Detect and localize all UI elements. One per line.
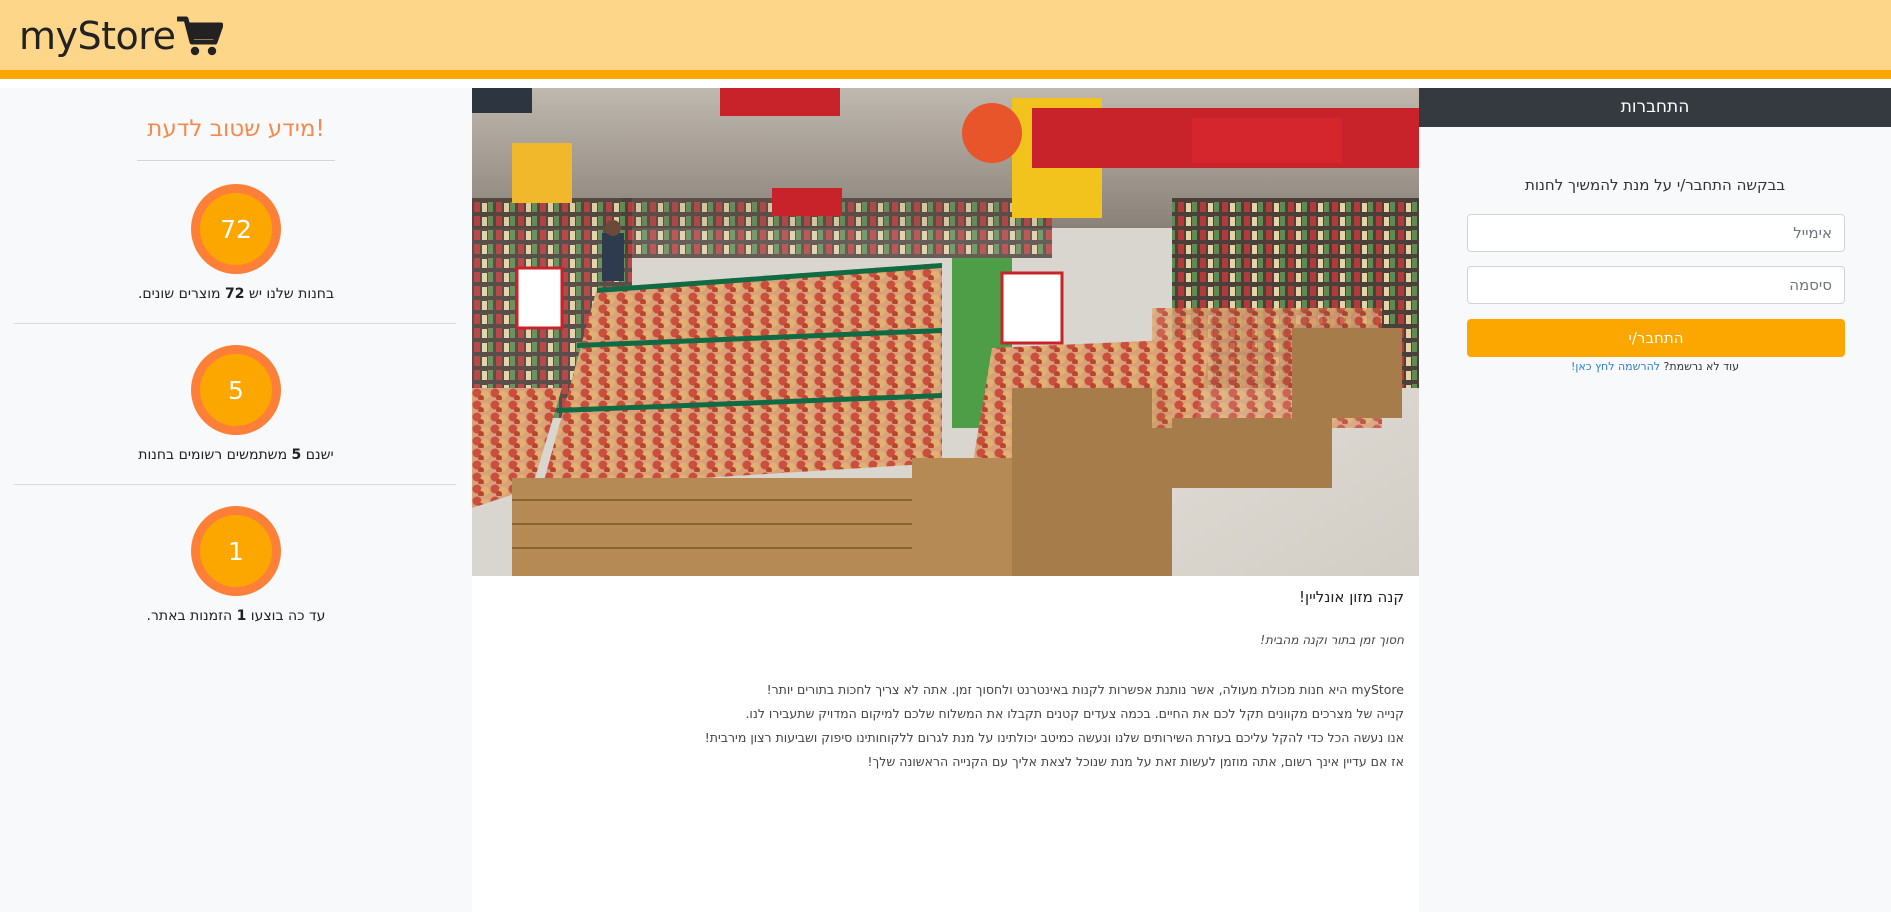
article-paragraph: קנייה של מצרכים מקוונים תקל לכם את החיים… [745,706,1404,721]
register-line: עוד לא נרשמת? להרשמה לחץ כאן! [1419,360,1891,373]
navbar: myStore [0,0,1891,79]
article-title: קנה מזון אונליין! [1299,588,1404,606]
stat-divider [14,323,456,324]
brand-link[interactable]: myStore [19,14,224,58]
brand-name: myStore [19,14,176,58]
password-field[interactable] [1467,266,1845,304]
stat-users-circle: 5 [191,345,281,435]
hero-illustration [472,88,1419,576]
login-header: התחברות [1419,88,1891,127]
stat-users-caption: ישנם 5 משתמשים רשומים בחנות [138,447,334,463]
register-text: עוד לא נרשמת? [1663,360,1739,373]
stats-title: מידע שטוב לדעת! [147,116,325,142]
article-paragraph: אז אם עדיין אינך רשום, אתה מוזמן לעשות ז… [867,754,1404,769]
article-subtitle: חסוך זמן בתור וקנה מהבית! [1260,633,1404,647]
article-paragraph: אנו נעשה הכל כדי להקל עליכם בעזרת השירות… [704,730,1404,745]
stat-products: 72 בחנות שלנו יש 72 מוצרים שונים. [0,184,472,344]
login-prompt: בבקשה התחבר/י על מנת להמשיך לחנות [1524,176,1786,194]
stats-panel: מידע שטוב לדעת! 72 בחנות שלנו יש 72 מוצר… [0,88,472,912]
stat-users: 5 ישנם 5 משתמשים רשומים בחנות [0,345,472,505]
login-panel: התחברות בבקשה התחבר/י על מנת להמשיך לחנו… [1419,88,1891,912]
stat-divider [14,484,456,485]
about-article: קנה מזון אונליין! חסוך זמן בתור וקנה מהב… [504,588,1404,774]
login-button[interactable]: התחבר/י [1467,319,1845,357]
article-paragraph: myStore היא חנות מכולת מעולה, אשר נותנת … [766,682,1404,697]
stat-products-caption: בחנות שלנו יש 72 מוצרים שונים. [137,286,335,302]
stat-orders-caption: עד כה בוצעו 1 הזמנות באתר. [146,608,326,624]
shopping-cart-icon [177,16,224,56]
supermarket-produce-photo [472,88,1419,576]
email-field[interactable] [1467,214,1845,252]
stats-title-divider [137,160,335,161]
register-link[interactable]: להרשמה לחץ כאן! [1571,360,1660,373]
stat-orders-circle: 1 [191,506,281,596]
stat-orders: 1 עד כה בוצעו 1 הזמנות באתר. [0,506,472,666]
stat-products-circle: 72 [191,184,281,274]
main-content: קנה מזון אונליין! חסוך זמן בתור וקנה מהב… [472,88,1419,912]
